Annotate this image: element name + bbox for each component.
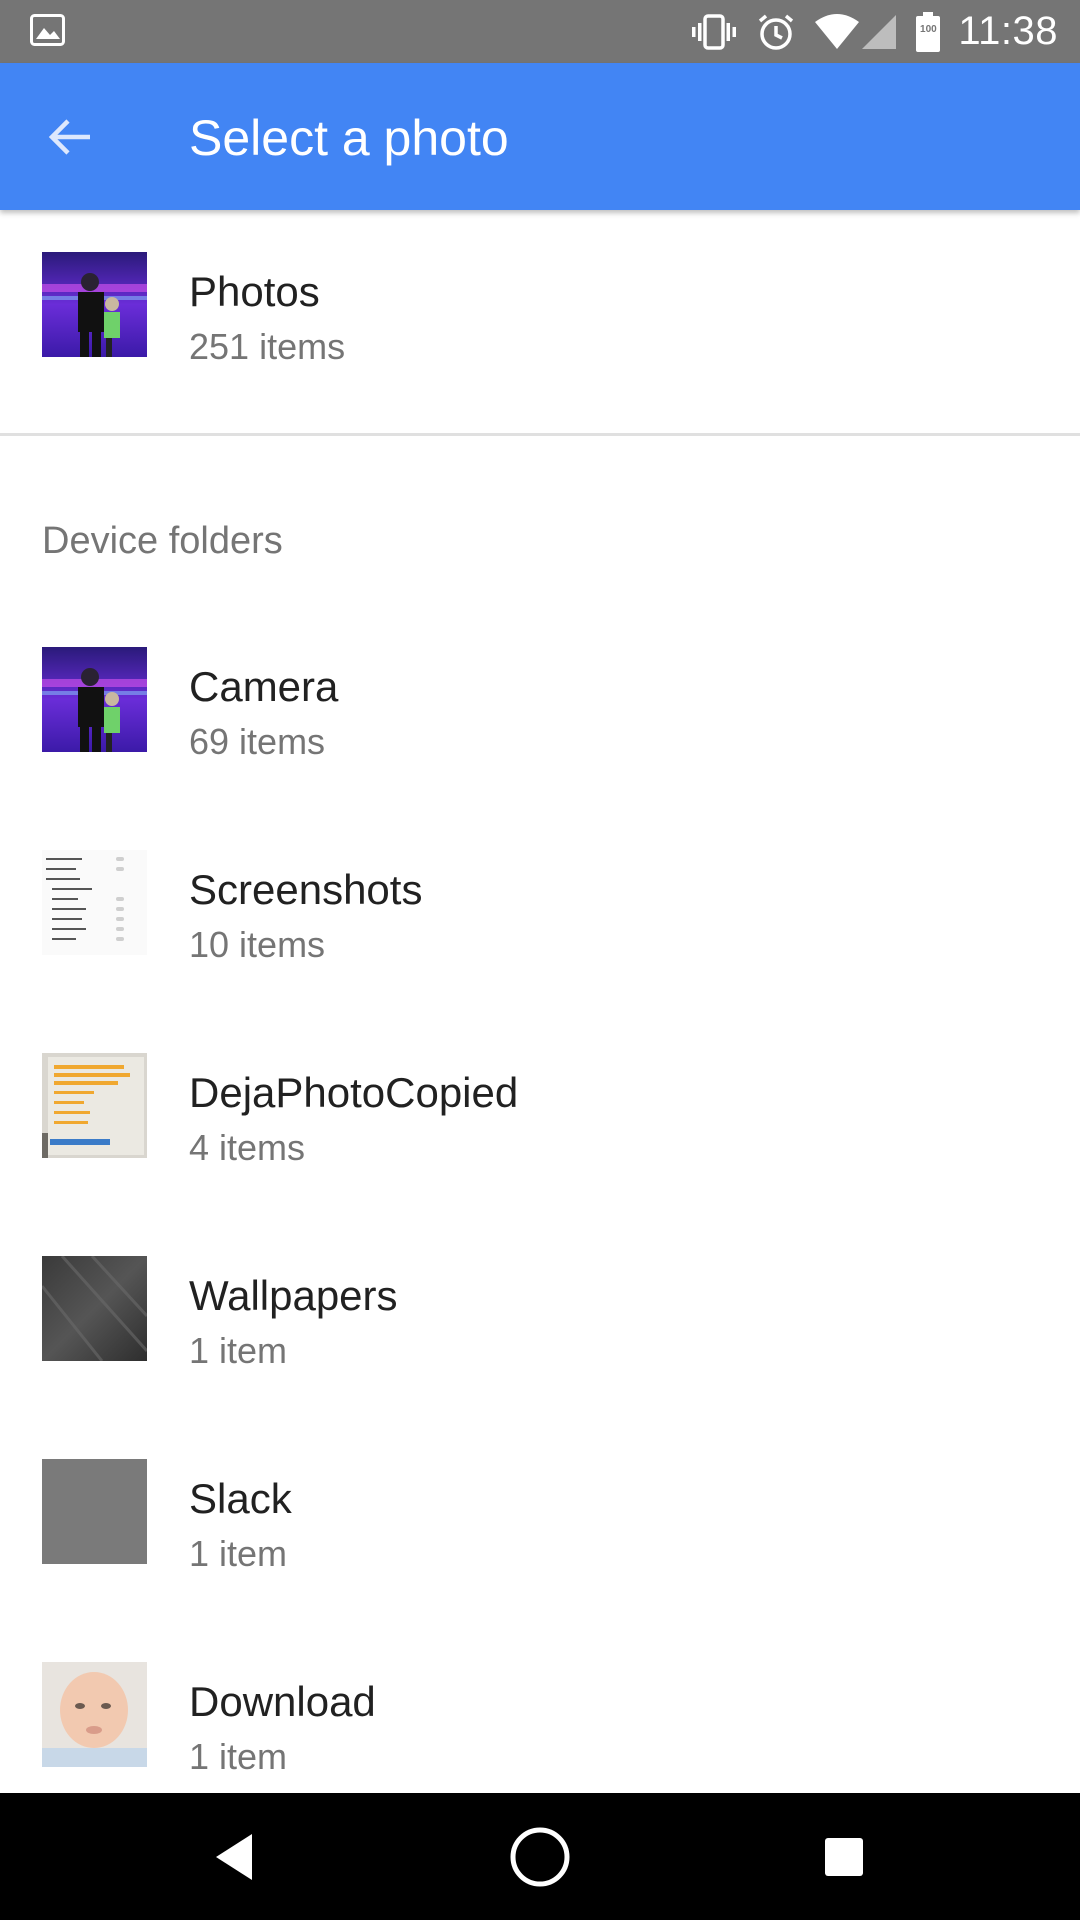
status-icons: 100 11:38 [690, 0, 1080, 63]
folder-thumbnail [42, 647, 147, 752]
album-count: 251 items [189, 326, 346, 367]
alarm-icon [756, 12, 796, 52]
folder-thumbnail [42, 850, 147, 955]
folder-thumbnail [42, 1053, 147, 1158]
folder-thumbnail [42, 1662, 147, 1767]
folder-title: Wallpapers [189, 1272, 398, 1319]
folder-count: 4 items [189, 1127, 306, 1168]
section-header: Device folders [42, 520, 283, 562]
folder-title: Screenshots [189, 866, 423, 913]
battery-level-text: 100 [920, 23, 937, 35]
back-triangle-icon [216, 1834, 252, 1880]
recents-square-icon [825, 1838, 863, 1876]
folder-count: 1 item [189, 1533, 288, 1574]
status-bar: 100 11:38 [0, 0, 1080, 63]
album-list: Photos 251 items Device folders Camera 6… [0, 210, 1080, 1793]
folder-title: DejaPhotoCopied [189, 1069, 519, 1116]
folder-count: 1 item [189, 1736, 288, 1777]
folder-wallpapers[interactable]: Wallpapers 1 item [0, 1214, 1080, 1417]
system-nav-bar [0, 1793, 1080, 1920]
folder-slack[interactable]: Slack 1 item [0, 1417, 1080, 1620]
folder-count: 69 items [189, 721, 326, 762]
cell-signal-icon [862, 13, 898, 51]
folder-count: 1 item [189, 1330, 288, 1371]
back-button[interactable] [34, 101, 106, 173]
folder-download[interactable]: Download 1 item [0, 1620, 1080, 1793]
page-title: Select a photo [189, 110, 509, 166]
arrow-back-icon [48, 119, 90, 155]
battery-icon: 100 [916, 11, 941, 52]
folder-title: Slack [189, 1475, 292, 1522]
nav-back-button[interactable] [200, 1821, 272, 1893]
folder-dejaphotocopied[interactable]: DejaPhotoCopied 4 items [0, 1011, 1080, 1214]
album-photos[interactable]: Photos 251 items [0, 210, 1080, 413]
folder-thumbnail [42, 1459, 147, 1564]
album-title: Photos [189, 268, 320, 315]
status-time: 11:38 [958, 9, 1058, 53]
album-thumbnail [42, 252, 147, 357]
home-circle-icon [510, 1827, 570, 1887]
app-bar: Select a photo [0, 63, 1080, 210]
gallery-icon [30, 14, 65, 46]
folder-thumbnail [42, 1256, 147, 1361]
nav-recents-button[interactable] [808, 1821, 880, 1893]
folder-title: Camera [189, 663, 339, 710]
nav-home-button[interactable] [504, 1821, 576, 1893]
folder-camera[interactable]: Camera 69 items [0, 605, 1080, 808]
folder-title: Download [189, 1678, 376, 1725]
vibrate-icon [690, 13, 738, 50]
folder-screenshots[interactable]: Screenshots 10 items [0, 808, 1080, 1011]
wifi-icon [814, 13, 860, 51]
divider [0, 433, 1080, 436]
folder-count: 10 items [189, 924, 326, 965]
